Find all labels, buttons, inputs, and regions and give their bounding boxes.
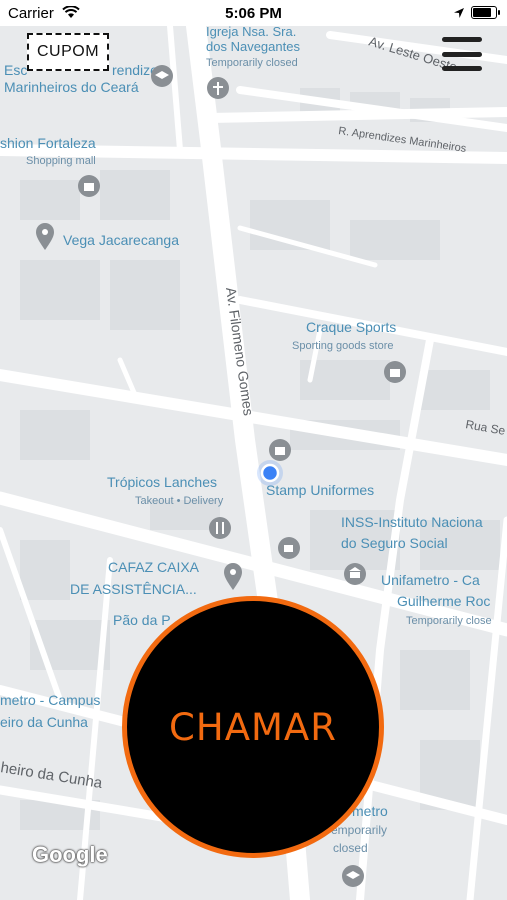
place-vega: Vega Jacarecanga: [63, 232, 179, 248]
restaurant-pin-icon[interactable]: [209, 517, 231, 539]
cafe-pin-icon[interactable]: [278, 537, 300, 559]
battery-icon: [471, 6, 500, 19]
place-igreja-line1: Igreja Nsa. Sra.: [206, 26, 296, 39]
school-pin-icon[interactable]: [151, 65, 173, 87]
church-pin-icon[interactable]: [207, 77, 229, 99]
place-craque-sub: Sporting goods store: [292, 340, 394, 352]
clock: 5:06 PM: [225, 5, 282, 22]
place-stamp: Stamp Uniformes: [266, 482, 374, 498]
menu-line: [442, 37, 482, 42]
place-inss-line2: do Seguro Social: [341, 535, 448, 551]
place-tropicos: Trópicos Lanches: [107, 474, 217, 490]
place-escola-line1: Esc: [4, 62, 27, 78]
place-escola-line2: Marinheiros do Ceará: [4, 79, 139, 95]
place-cafaz-line1: CAFAZ CAIXA: [108, 559, 200, 575]
place-pao: Pão da P: [113, 612, 171, 628]
menu-line: [442, 66, 482, 71]
place-tropicos-sub: Takeout • Delivery: [135, 495, 224, 507]
place-craque: Craque Sports: [306, 319, 396, 335]
place-campus-line1: metro - Campus: [0, 692, 100, 708]
stamp-pin-icon[interactable]: [269, 439, 291, 461]
place-campus-line2: eiro da Cunha: [0, 714, 88, 730]
place-unifametro-line2: Guilherme Roc: [397, 593, 490, 609]
current-location-dot: [260, 463, 280, 483]
place-fashion: shion Fortaleza: [0, 135, 96, 151]
place-igreja-status: Temporarily closed: [206, 57, 298, 69]
place-unifametro-status: Temporarily close: [406, 615, 492, 627]
shopping-pin-icon[interactable]: [78, 175, 100, 197]
status-right: [453, 6, 500, 19]
place-igreja-line2: dos Navegantes: [206, 39, 300, 54]
inss-pin-icon[interactable]: [344, 563, 366, 585]
menu-line: [442, 51, 482, 57]
menu-icon[interactable]: [442, 37, 482, 71]
location-arrow-icon: [454, 7, 464, 18]
place-metro2-status2: closed: [333, 841, 368, 855]
place-fashion-sub: Shopping mall: [26, 155, 96, 167]
coupon-button[interactable]: CUPOM: [27, 33, 109, 71]
place-inss-line1: INSS-Instituto Naciona: [341, 514, 483, 530]
sports-pin-icon[interactable]: [384, 361, 406, 383]
school2-pin-icon[interactable]: [342, 865, 364, 887]
status-bar: Carrier 5:06 PM: [0, 0, 507, 26]
call-button[interactable]: CHAMAR: [122, 596, 384, 858]
place-cafaz-line2: DE ASSISTÊNCIA...: [70, 581, 197, 597]
place-unifametro-line1: Unifametro - Ca: [381, 572, 480, 588]
google-logo: Google: [32, 842, 108, 867]
